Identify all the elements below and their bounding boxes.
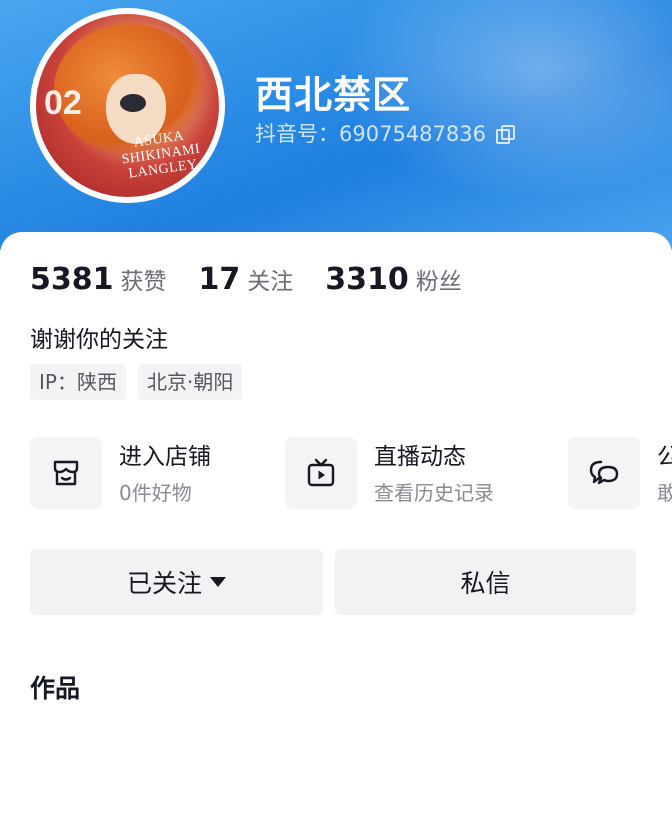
feature-group-title: 公 — [657, 443, 672, 470]
avatar[interactable]: 02 ASUKA SHIKINAMI LANGLEY — [30, 8, 225, 203]
profile-card: 5381 获赞 17 关注 3310 粉丝 谢谢你的关注 IP：陕西 北京·朝阳 — [0, 232, 672, 817]
stat-likes-value: 5381 — [30, 262, 114, 297]
avatar-number: 02 — [44, 84, 82, 122]
bio-text: 谢谢你的关注 — [30, 327, 168, 353]
followed-button-label: 已关注 — [126, 569, 202, 598]
shop-icon — [30, 437, 102, 509]
feature-group-subtitle: 敢 — [657, 480, 672, 505]
followed-button[interactable]: 已关注 — [30, 549, 323, 615]
avatar-eyepatch — [120, 94, 146, 112]
stat-likes[interactable]: 5381 获赞 — [30, 262, 167, 297]
stat-following[interactable]: 17 关注 — [199, 262, 294, 297]
tag-ip: IP：陕西 — [30, 364, 126, 400]
profile-tags: IP：陕西 北京·朝阳 — [30, 364, 243, 400]
douyin-id[interactable]: 抖音号：69075487836 — [255, 118, 515, 148]
profile-header-banner: 02 ASUKA SHIKINAMI LANGLEY 西北禁区 抖音号：6907… — [0, 0, 672, 250]
tag-location[interactable]: 北京·朝阳 — [137, 364, 243, 400]
message-button-label: 私信 — [460, 569, 511, 598]
profile-screen: 02 ASUKA SHIKINAMI LANGLEY 西北禁区 抖音号：6907… — [0, 0, 672, 817]
message-button[interactable]: 私信 — [335, 549, 636, 615]
stat-followers-value: 3310 — [325, 262, 409, 297]
feature-row: 进入店铺 0件好物 直播动态 查看历史记录 公 敢 — [30, 437, 672, 517]
stat-following-label: 关注 — [247, 269, 294, 295]
douyin-id-text: 抖音号：69075487836 — [255, 122, 486, 146]
feature-live[interactable]: 直播动态 查看历史记录 — [285, 437, 494, 509]
feature-shop[interactable]: 进入店铺 0件好物 — [30, 437, 211, 509]
stat-following-value: 17 — [198, 262, 241, 297]
caret-down-icon — [210, 577, 226, 587]
feature-group[interactable]: 公 敢 — [568, 437, 672, 509]
live-tv-icon — [285, 437, 357, 509]
feature-live-title: 直播动态 — [374, 443, 466, 470]
chat-bubbles-icon — [568, 437, 640, 509]
copy-icon[interactable] — [495, 125, 515, 144]
works-section-title[interactable]: 作品 — [30, 669, 80, 705]
feature-shop-title: 进入店铺 — [119, 443, 211, 470]
username: 西北禁区 — [255, 73, 412, 117]
stat-followers[interactable]: 3310 粉丝 — [325, 262, 462, 297]
stat-followers-label: 粉丝 — [415, 269, 462, 295]
feature-live-subtitle: 查看历史记录 — [374, 480, 494, 505]
feature-shop-subtitle: 0件好物 — [119, 480, 192, 505]
stat-likes-label: 获赞 — [120, 269, 167, 295]
stats-row: 5381 获赞 17 关注 3310 粉丝 — [30, 262, 494, 297]
